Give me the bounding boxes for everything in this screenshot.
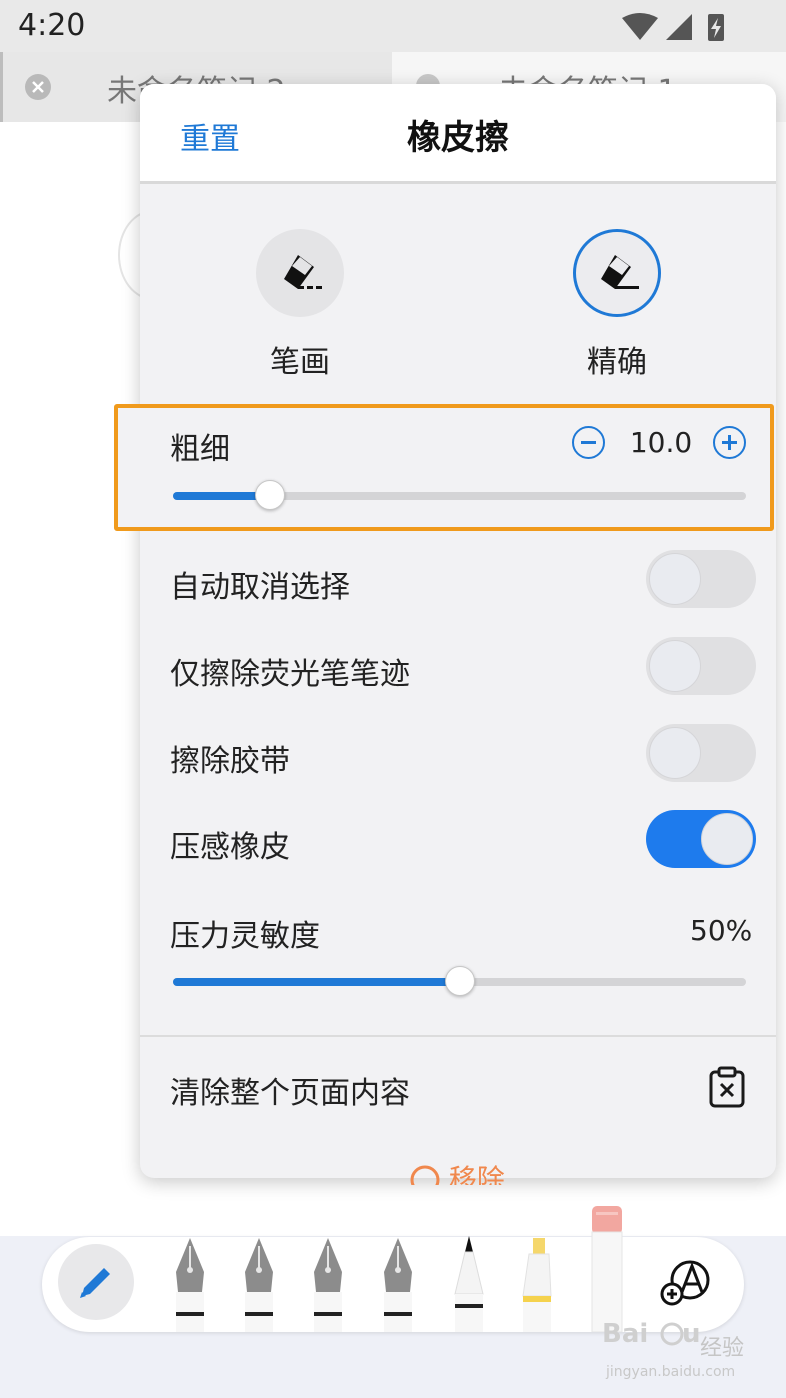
auto-deselect-label: 自动取消选择 [170,570,350,605]
divider [140,1035,776,1037]
precise-eraser-button[interactable] [573,229,661,317]
svg-text:u: u [682,1319,701,1349]
toggle-knob [649,640,701,692]
erase-tape-label: 擦除胶带 [170,744,290,779]
thickness-decrease-button[interactable] [572,426,605,459]
thickness-slider[interactable] [173,480,746,510]
fountain-pen-1-icon[interactable] [172,1236,208,1332]
fountain-pen-4-icon[interactable] [380,1236,416,1332]
stroke-eraser-button[interactable] [256,229,344,317]
svg-text:Bai: Bai [602,1319,648,1349]
popover-title: 橡皮擦 [407,118,509,158]
thickness-value: 10.0 [629,426,693,459]
precise-eraser-icon [601,255,639,289]
watermark-text: 经验 [700,1336,745,1361]
thickness-label: 粗细 [170,432,230,467]
pen-mode-button[interactable] [58,1244,134,1320]
toggle-knob [649,553,701,605]
pressure-eraser-label: 压感橡皮 [170,830,290,865]
mode-precise-eraser[interactable]: 精确 [527,229,707,381]
status-icons [622,13,724,41]
stroke-eraser-icon [284,255,322,289]
status-bar: 4:20 [0,0,786,52]
shapes-tool-icon[interactable] [660,1258,716,1308]
pencil-icon [80,1268,110,1298]
wifi-icon [622,13,658,40]
pressure-slider-fill [173,978,460,986]
fountain-pen-2-icon[interactable] [241,1236,277,1332]
clear-page-button[interactable]: 清除整个页面内容 [170,1068,410,1112]
mode-stroke-eraser[interactable]: 笔画 [210,229,390,381]
toggle-knob [649,727,701,779]
eraser-popover: 重置 橡皮擦 笔画 精确 [140,84,776,1178]
fountain-pen-3-icon[interactable] [310,1236,346,1332]
remove-icon [410,1165,440,1185]
pressure-slider-thumb[interactable] [444,966,475,996]
highlighter-icon[interactable] [519,1236,555,1332]
clear-clipboard-icon[interactable] [708,1066,746,1108]
cellular-icon [666,14,692,40]
remove-label: 移除 [448,1163,505,1185]
pressure-sensitivity-slider[interactable] [173,966,746,996]
thickness-increase-button[interactable] [713,426,746,459]
mode-label: 精确 [587,345,647,380]
highlighter-only-label: 仅擦除荧光笔笔迹 [170,657,410,692]
status-time: 4:20 [18,8,86,43]
highlighter-only-toggle[interactable] [646,637,756,695]
erase-tape-toggle[interactable] [646,724,756,782]
watermark-url: jingyan.baidu.com [606,1364,736,1380]
close-tab-icon[interactable] [25,74,51,100]
mode-label: 笔画 [270,345,330,380]
popover-header: 重置 橡皮擦 [140,84,776,184]
auto-deselect-toggle[interactable] [646,550,756,608]
pressure-sensitivity-value: 50% [690,914,753,947]
remove-button[interactable]: 移除 [410,1163,505,1185]
ballpoint-pen-icon[interactable] [451,1236,487,1332]
pressure-sensitivity-label: 压力灵敏度 [170,919,320,954]
toggle-knob [701,813,753,865]
pressure-eraser-toggle[interactable] [646,810,756,868]
